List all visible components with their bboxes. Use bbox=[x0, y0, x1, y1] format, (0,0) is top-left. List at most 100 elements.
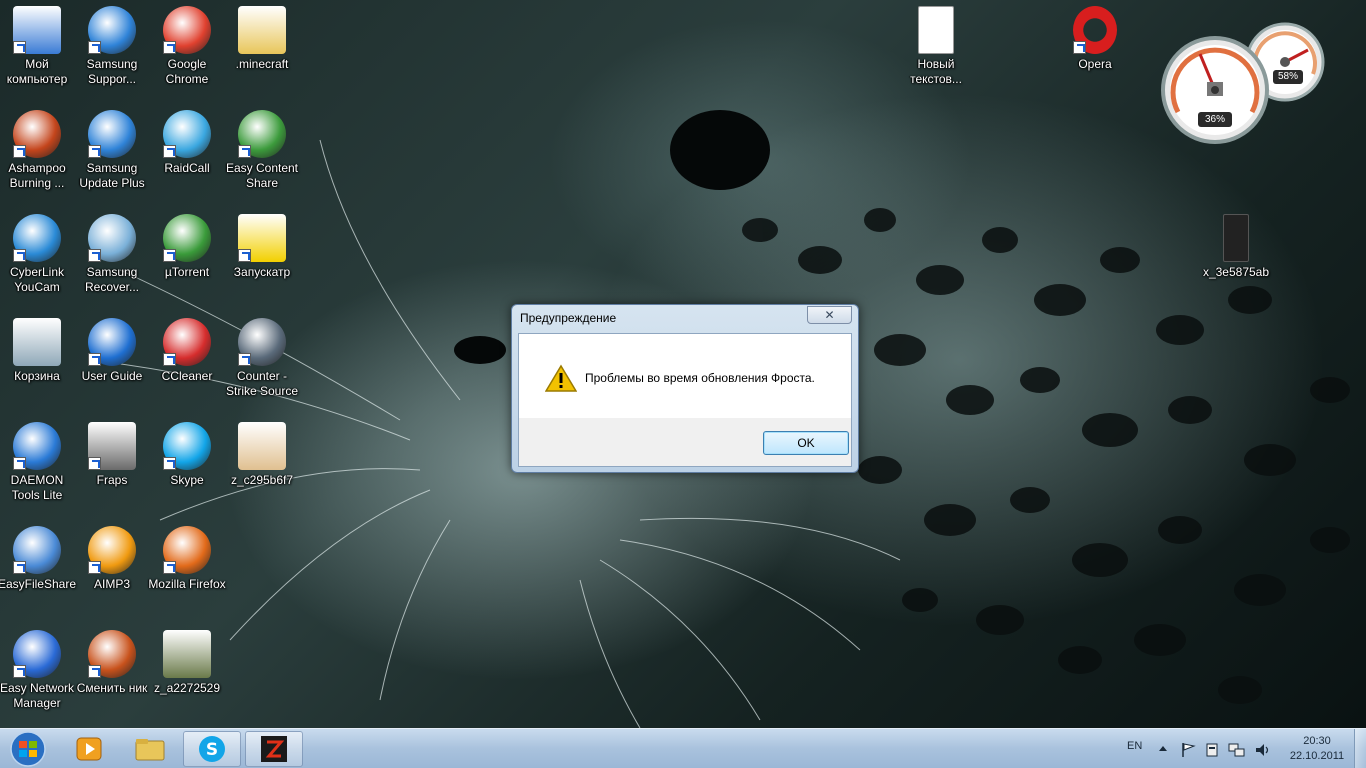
desktop-icon[interactable]: Новый текстов... bbox=[899, 0, 973, 100]
shortcut-arrow-icon bbox=[13, 561, 26, 574]
media-player-icon bbox=[76, 737, 102, 761]
desktop-icon[interactable]: x_3e5875ab bbox=[1199, 208, 1273, 308]
shortcut-arrow-icon bbox=[13, 41, 26, 54]
image-file-icon bbox=[163, 630, 211, 678]
taskbar-skype[interactable]: S bbox=[183, 731, 241, 767]
desktop-icon[interactable]: Google Chrome bbox=[150, 0, 224, 100]
desktop-icon[interactable]: Opera bbox=[1058, 0, 1132, 100]
desktop-icon-label: Easy Content Share bbox=[225, 161, 299, 190]
ccleaner-icon bbox=[163, 318, 211, 366]
desktop-icon[interactable]: EasyFileShare bbox=[0, 520, 77, 620]
desktop-icon-label: Skype bbox=[170, 473, 204, 487]
desktop-icon[interactable]: .minecraft bbox=[225, 0, 299, 100]
samsung-update-icon bbox=[88, 110, 136, 158]
desktop-icon[interactable]: DAEMON Tools Lite bbox=[0, 416, 74, 516]
desktop-icon-label: z_a2272529 bbox=[153, 681, 221, 695]
desktop-icon[interactable]: Сменить ник bbox=[75, 624, 149, 724]
easy-file-share-icon bbox=[13, 526, 61, 574]
show-hidden-icons-icon[interactable] bbox=[1158, 742, 1168, 754]
shortcut-arrow-icon bbox=[88, 665, 101, 678]
desktop-icon[interactable]: Mozilla Firefox bbox=[148, 520, 226, 620]
desktop-icon[interactable]: Easy Content Share bbox=[225, 104, 299, 204]
system-clock[interactable]: 20:30 22.10.2011 bbox=[1284, 734, 1350, 764]
desktop-icon-label: Сменить ник bbox=[76, 681, 148, 695]
desktop-icon[interactable]: Fraps bbox=[75, 416, 149, 516]
skype-icon bbox=[163, 422, 211, 470]
desktop-icon-label: CCleaner bbox=[161, 369, 213, 383]
counter-strike-icon bbox=[238, 318, 286, 366]
ashampoo-icon bbox=[13, 110, 61, 158]
skype-icon: S bbox=[199, 736, 225, 762]
svg-text:S: S bbox=[206, 740, 218, 760]
firefox-icon bbox=[163, 526, 211, 574]
desktop-icon-label: Google Chrome bbox=[165, 57, 209, 86]
desktop-icon[interactable]: Easy Network Manager bbox=[0, 624, 74, 724]
shortcut-arrow-icon bbox=[88, 41, 101, 54]
network-icon[interactable] bbox=[1228, 742, 1246, 758]
dialog-message-area: Проблемы во время обновления Фроста. bbox=[519, 334, 851, 418]
desktop-icon[interactable]: z_c295b6f7 bbox=[225, 416, 299, 516]
start-button[interactable] bbox=[4, 730, 52, 768]
computer-icon bbox=[13, 6, 61, 54]
change-nick-icon bbox=[88, 630, 136, 678]
action-center-flag-icon[interactable] bbox=[1180, 742, 1196, 758]
folder-icon bbox=[238, 6, 286, 54]
desktop-icon[interactable]: Samsung Update Plus bbox=[75, 104, 149, 204]
taskbar-game-app[interactable] bbox=[245, 731, 303, 767]
desktop-icon[interactable]: Counter - Strike Source bbox=[225, 312, 299, 412]
desktop-icon[interactable]: Samsung Suppor... bbox=[75, 0, 149, 100]
shortcut-arrow-icon bbox=[163, 249, 176, 262]
desktop-icon[interactable]: Samsung Recover... bbox=[75, 208, 149, 308]
desktop-icon[interactable]: Мой компьютер bbox=[0, 0, 74, 100]
show-desktop-button[interactable] bbox=[1354, 729, 1366, 768]
desktop-icon[interactable]: Skype bbox=[150, 416, 224, 516]
desktop-icon[interactable]: Корзина bbox=[0, 312, 74, 412]
easy-content-share-icon bbox=[238, 110, 286, 158]
desktop-icon-label: EasyFileShare bbox=[0, 577, 77, 591]
safely-remove-hardware-icon[interactable] bbox=[1204, 742, 1220, 758]
desktop-icon[interactable]: Ashampoo Burning ... bbox=[0, 104, 74, 204]
shortcut-arrow-icon bbox=[1073, 41, 1086, 54]
fraps-icon bbox=[88, 422, 136, 470]
close-button[interactable]: ✕ bbox=[807, 306, 852, 324]
desktop-icon-label: Запускатр bbox=[233, 265, 291, 279]
youcam-icon bbox=[13, 214, 61, 262]
samsung-support-icon bbox=[88, 6, 136, 54]
daemon-tools-icon bbox=[13, 422, 61, 470]
desktop-icon-label: .minecraft bbox=[235, 57, 289, 71]
warning-dialog: Предупреждение ✕ Проблемы во время обнов… bbox=[511, 304, 859, 473]
desktop-icon[interactable]: User Guide bbox=[75, 312, 149, 412]
shortcut-arrow-icon bbox=[163, 41, 176, 54]
launcher-icon bbox=[238, 214, 286, 262]
easy-network-manager-icon bbox=[13, 630, 61, 678]
ok-button[interactable]: OK bbox=[763, 431, 849, 455]
desktop-icon[interactable]: z_a2272529 bbox=[150, 624, 224, 724]
shortcut-arrow-icon bbox=[88, 249, 101, 262]
desktop-icon[interactable]: RaidCall bbox=[150, 104, 224, 204]
desktop-icon-label: µTorrent bbox=[164, 265, 210, 279]
shortcut-arrow-icon bbox=[163, 145, 176, 158]
clock-time: 20:30 bbox=[1303, 735, 1331, 747]
game-app-icon bbox=[261, 736, 287, 762]
desktop-icon[interactable]: CCleaner bbox=[150, 312, 224, 412]
windows-logo-icon bbox=[10, 731, 46, 767]
desktop-icon[interactable]: Запускатр bbox=[225, 208, 299, 308]
cpu-meter-gadget[interactable]: 36% 58% bbox=[1160, 12, 1330, 152]
shortcut-arrow-icon bbox=[163, 457, 176, 470]
shortcut-arrow-icon bbox=[88, 145, 101, 158]
desktop-icon[interactable]: CyberLink YouCam bbox=[0, 208, 74, 308]
taskbar-media-player[interactable] bbox=[60, 731, 118, 767]
language-indicator[interactable]: EN bbox=[1127, 740, 1142, 752]
shortcut-arrow-icon bbox=[163, 353, 176, 366]
desktop-icon-label: DAEMON Tools Lite bbox=[10, 473, 64, 502]
desktop-icon-label: User Guide bbox=[81, 369, 143, 383]
volume-icon[interactable] bbox=[1254, 742, 1270, 758]
shortcut-arrow-icon bbox=[13, 145, 26, 158]
taskbar-explorer[interactable] bbox=[121, 731, 179, 767]
recycle-bin-icon bbox=[13, 318, 61, 366]
clock-date: 22.10.2011 bbox=[1289, 750, 1345, 762]
desktop-icon-label: RaidCall bbox=[164, 161, 210, 175]
desktop-icon[interactable]: µTorrent bbox=[150, 208, 224, 308]
shortcut-arrow-icon bbox=[88, 457, 101, 470]
desktop-icon[interactable]: AIMP3 bbox=[75, 520, 149, 620]
